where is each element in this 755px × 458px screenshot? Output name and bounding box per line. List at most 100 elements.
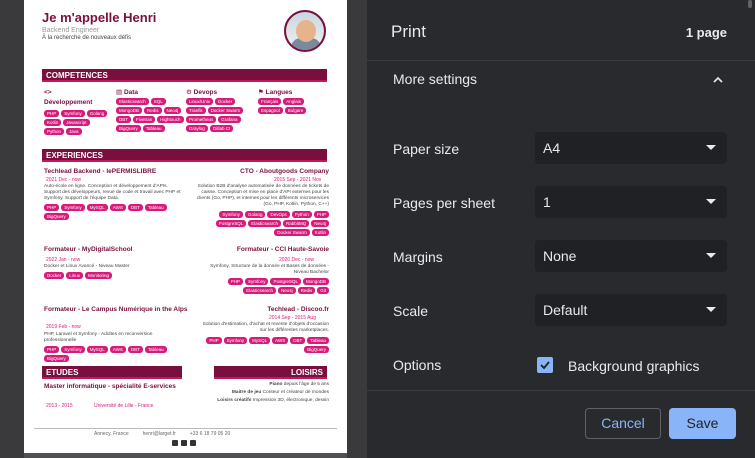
scrollbar-thumb[interactable] [748, 0, 752, 8]
skill-tag: DBT [127, 204, 143, 211]
skill-tag: Python [291, 211, 312, 218]
save-button[interactable]: Save [669, 408, 736, 439]
print-settings-panel: Print 1 page More settings Paper size A4… [367, 0, 755, 458]
skill-tag: Neo4j [277, 287, 296, 294]
more-settings-toggle[interactable]: More settings [367, 61, 755, 97]
print-preview: Je m'appelle Henri Backend Engineer À la… [0, 0, 367, 458]
skill-tag: PHP [44, 204, 60, 211]
skill-tag: PostgreSQL [215, 220, 247, 227]
more-settings-label: More settings [393, 71, 478, 87]
cancel-button[interactable]: Cancel [585, 408, 661, 439]
skill-tag: BigQuery [44, 213, 69, 220]
skill-devops-tags: Linux/Unix Docker Traefik Docker Swarm Prome… [186, 98, 256, 132]
hobby-label: Piano [269, 382, 283, 387]
pages-per-sheet-select[interactable]: 1 [535, 186, 727, 218]
skill-tag: Tableau [142, 125, 165, 132]
job-date: 2020 Dec - now [279, 257, 315, 263]
skill-tag: PHP [227, 278, 243, 285]
page-count: 1 page [685, 25, 727, 40]
skill-tag: SQL [150, 98, 166, 105]
hobby-text: depuis l'âge de 5 ans [283, 382, 329, 387]
avatar [284, 10, 326, 52]
skill-tag: Tableau [144, 204, 167, 211]
skill-tag: Espagnol [258, 107, 283, 114]
chevron-up-icon [713, 76, 723, 83]
skill-tag: Symfony [223, 337, 248, 344]
skill-tag: MongoDB [302, 278, 329, 285]
background-graphics-checkbox[interactable] [537, 357, 553, 373]
linkedin-icon [181, 440, 187, 446]
job-title: Formateur - MyDigitalSchool [44, 246, 133, 253]
cv-role: Backend Engineer [42, 27, 100, 34]
skill-tag: Prometheus [186, 116, 217, 123]
margins-select[interactable]: None [535, 240, 727, 272]
job-tags: Docker Linux Monitoring [44, 272, 184, 279]
skill-tag: Grafana [218, 116, 241, 123]
skill-tag: BigQuery [304, 346, 329, 353]
skill-tag: Kotlin [44, 119, 62, 126]
hobby-label: Maitre de jeu [231, 390, 262, 395]
skill-tag: MySQL [86, 204, 108, 211]
skill-tag: Anglais [283, 98, 305, 105]
job-date: 2014 Sep - 2015 Aug [269, 315, 316, 321]
section-etudes: ETUDES [42, 366, 182, 379]
skill-tag: PHP [44, 346, 60, 353]
skill-tag: Redis [297, 287, 316, 294]
job-title: Formateur - Le Campus Numérique in the A… [44, 306, 188, 313]
job-title: Formateur - CCI Haute-Savoie [236, 246, 329, 253]
cv-footer: Annecy, France henri@larget.fr +33 6 18 … [94, 431, 230, 437]
paper-size-select[interactable]: A4 [535, 132, 727, 164]
preview-page: Je m'appelle Henri Backend Engineer À la… [24, 0, 347, 453]
skill-tag: Neo4j [163, 107, 182, 114]
job-date: 2019 Feb - now [46, 324, 81, 330]
job-tags: Symfony Golang DevOps Python PHP PostgreSQL El… [202, 211, 329, 236]
skill-tag: Hightouch [157, 116, 184, 123]
skill-tag: PHP [44, 110, 60, 117]
section-competences: COMPETENCES [42, 69, 327, 82]
cv-name: Je m'appelle Henri [42, 10, 157, 25]
skill-data-title: ▤ Data [116, 89, 139, 96]
skill-tag: Linux/Unix [186, 98, 214, 105]
background-graphics-label[interactable]: Background graphics [568, 358, 700, 374]
skill-tag: Redis [144, 107, 162, 114]
scale-select[interactable]: Default [535, 294, 727, 326]
skill-tag: MongoDB [116, 107, 143, 114]
education-school: Université de Lille - France [94, 403, 154, 409]
job-desc: Symfony, Structure de la donnée et Bases… [210, 264, 329, 275]
skill-data-tags: Elasticsearch SQL MongoDB Redis Neo4j DBT Five… [116, 98, 186, 132]
dropdown-arrow-icon [706, 307, 716, 312]
job-desc: Auto-école en ligne. Conception et dével… [44, 184, 181, 201]
job-date: 2015 Sep - 2021 Nov [274, 177, 322, 183]
skill-tag: Symfony [219, 211, 243, 218]
checkmark-icon [540, 361, 550, 370]
skill-tag: Monitoring [85, 272, 113, 279]
skill-langues-title: ⚑ Langues [258, 89, 293, 96]
skill-tag: Git [317, 287, 329, 294]
skill-tag: Graylog [186, 125, 208, 132]
skill-tag: Elasticsearch [248, 220, 281, 227]
skill-tag: Elasticsearch [243, 287, 276, 294]
skill-devops-label: Devops [193, 89, 218, 96]
skill-tag: Golang [244, 211, 266, 218]
skill-tag: Tableau [307, 337, 329, 344]
hobby-label: Loisirs créatifs [217, 398, 252, 403]
pages-per-sheet-label: Pages per sheet [393, 195, 495, 211]
panel-title: Print [391, 22, 426, 41]
skill-tag: Docker Swarm [207, 107, 244, 114]
job-desc: PHP, Laravel et Symfony - Adultes en rec… [44, 332, 153, 343]
skill-tag: BigQuery [116, 125, 141, 132]
website-icon [190, 440, 196, 446]
skill-tag: Symfony [61, 204, 85, 211]
skill-tag: Javascript [63, 119, 90, 126]
skill-tag: Symfony [61, 346, 85, 353]
skill-tag: Tableau [144, 346, 167, 353]
job-desc: Solution d'estimation, d'achat et revent… [202, 322, 329, 333]
social-icons [172, 440, 196, 446]
skill-tag: Golang [86, 110, 108, 117]
skill-tag: Symfony [61, 110, 85, 117]
skill-tag: Fivetran [133, 116, 156, 123]
skill-tag: PostgreSQL [270, 278, 301, 285]
hobby-item: Loisirs créatifs Impression 3D, électron… [184, 398, 329, 404]
skill-dev-title: Développement [44, 99, 93, 106]
skill-tag: BigQuery [44, 355, 69, 362]
